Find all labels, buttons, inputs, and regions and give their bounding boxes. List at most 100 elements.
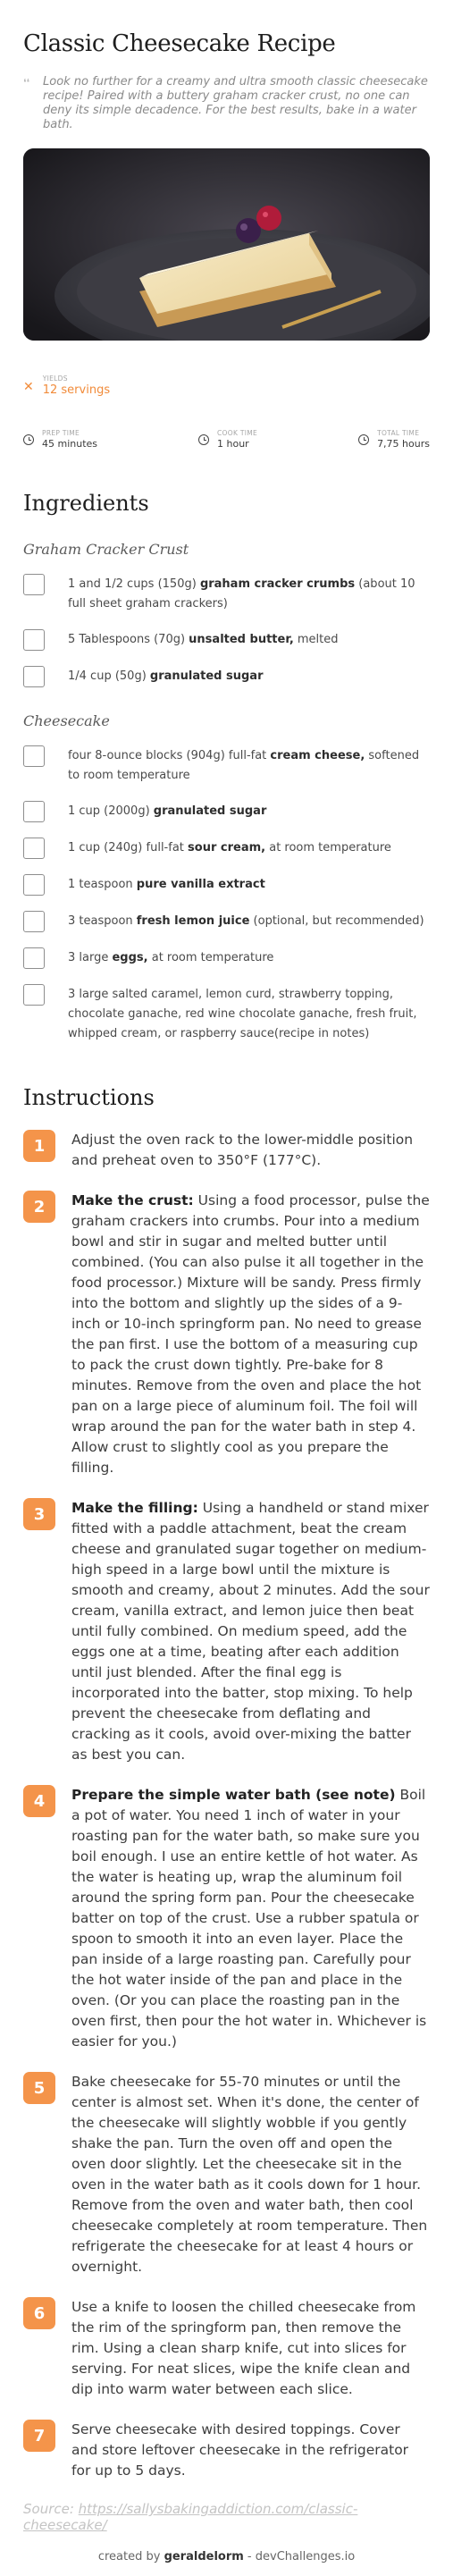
ingredient-quantity: 5 Tablespoons (70g)	[68, 633, 189, 646]
cook-time-value: 1 hour	[217, 438, 249, 450]
cook-time-label: COOK TIME	[217, 429, 258, 437]
ingredient-text: 3 large eggs, at room temperature	[68, 947, 273, 968]
ingredient-note: (optional, but recommended)	[249, 914, 424, 928]
instructions-heading: Instructions	[23, 1085, 155, 1110]
intro-text: Look no further for a creamy and ultra s…	[43, 75, 428, 131]
cook-time: COOK TIME 1 hour	[198, 429, 257, 450]
step-title: Prepare the simple water bath (see note)	[71, 1787, 396, 1803]
yields: ✕ YIELDS 12 servings	[23, 375, 430, 397]
ingredient-name: graham cracker crumbs	[199, 577, 356, 591]
instruction-step: 5 Bake cheesecake for 55-70 minutes or un…	[23, 2072, 430, 2277]
footer: created by geraldelorm - devChallenges.i…	[0, 2550, 453, 2563]
prep-time: PREP TIME 45 minutes	[23, 429, 97, 450]
ingredient-item: 1/4 cup (50g) granulated sugar	[23, 666, 430, 687]
ingredient-group-title: Cheesecake	[23, 712, 110, 729]
step-title: Make the filling:	[71, 1500, 198, 1516]
step-text: Adjust the oven rack to the lower-middle…	[71, 1130, 430, 1171]
yields-label: YIELDS	[42, 375, 68, 383]
clock-icon	[198, 434, 210, 445]
footer-suffix: - devChallenges.io	[243, 2550, 356, 2563]
ingredient-name: unsalted butter,	[189, 633, 294, 646]
ingredient-quantity: 3 large salted caramel, lemon curd, stra…	[68, 988, 417, 1040]
step-body: Using a food processor, pulse the graham…	[71, 1192, 430, 1476]
ingredient-name: pure vanilla extract	[136, 878, 265, 891]
ingredient-quantity: 1 cup (240g) full-fat	[68, 841, 189, 854]
step-body: Using a handheld or stand mixer fitted w…	[71, 1500, 430, 1763]
ingredient-checkbox[interactable]	[23, 801, 45, 822]
time-info: PREP TIME 45 minutes COOK TIME 1 hour TO…	[23, 429, 430, 450]
source: Source: https://sallysbakingaddiction.co…	[23, 2501, 430, 2533]
ingredient-checkbox[interactable]	[23, 874, 45, 896]
intro: ❛❛ Look no further for a creamy and ultr…	[23, 75, 430, 132]
instruction-step: 6 Use a knife to loosen the chilled chees…	[23, 2297, 430, 2400]
ingredient-text: 3 large salted caramel, lemon curd, stra…	[68, 984, 430, 1044]
ingredient-quantity: 1 and 1/2 cups (150g)	[68, 577, 200, 591]
ingredient-quantity: 3 teaspoon	[68, 914, 137, 928]
ingredient-item: 3 large eggs, at room temperature	[23, 947, 430, 969]
ingredient-name: fresh lemon juice	[136, 914, 250, 928]
step-number-badge: 2	[23, 1191, 55, 1223]
ingredient-text: 1/4 cup (50g) granulated sugar	[68, 666, 263, 686]
ingredient-checkbox[interactable]	[23, 574, 45, 595]
ingredient-checkbox[interactable]	[23, 745, 45, 767]
total-time-value: 7,75 hours	[377, 438, 430, 450]
ingredient-checkbox[interactable]	[23, 838, 45, 859]
utensils-icon: ✕	[23, 380, 34, 394]
ingredient-quantity: four 8-ounce blocks (904g) full-fat	[68, 749, 271, 762]
step-body: Serve cheesecake with desired toppings. …	[71, 2421, 409, 2479]
step-text: Serve cheesecake with desired toppings. …	[71, 2420, 430, 2481]
step-text: Make the crust: Using a food processor, …	[71, 1191, 430, 1478]
ingredient-checkbox[interactable]	[23, 629, 45, 651]
ingredient-name: granulated sugar	[153, 804, 267, 818]
step-number-badge: 3	[23, 1498, 55, 1530]
instruction-step: 7 Serve cheesecake with desired toppings.…	[23, 2420, 430, 2481]
step-number-badge: 5	[23, 2072, 55, 2104]
step-number-badge: 7	[23, 2420, 55, 2452]
step-text: Bake cheesecake for 55-70 minutes or unt…	[71, 2072, 430, 2277]
ingredient-text: 1 and 1/2 cups (150g) graham cracker cru…	[68, 574, 430, 614]
ingredient-checkbox[interactable]	[23, 666, 45, 687]
ingredient-item: 3 large salted caramel, lemon curd, stra…	[23, 984, 430, 1044]
source-label: Source:	[23, 2501, 79, 2517]
ingredient-quantity: 1/4 cup (50g)	[68, 669, 150, 683]
ingredients-list: Graham Cracker Crust 1 and 1/2 cups (150g…	[23, 541, 430, 1044]
ingredient-checkbox[interactable]	[23, 947, 45, 969]
prep-time-label: PREP TIME	[42, 429, 80, 437]
instruction-step: 3 Make the filling: Using a handheld or s…	[23, 1498, 430, 1765]
step-text: Prepare the simple water bath (see note)…	[71, 1785, 430, 2052]
ingredient-note: at room temperature	[265, 841, 391, 854]
ingredient-text: 1 cup (2000g) granulated sugar	[68, 801, 266, 821]
clock-icon	[23, 434, 34, 445]
ingredients-heading: Ingredients	[23, 491, 149, 516]
ingredient-item: 1 cup (2000g) granulated sugar	[23, 801, 430, 822]
prep-time-value: 45 minutes	[42, 438, 98, 450]
ingredient-quantity: 3 large	[68, 951, 113, 964]
ingredient-checkbox[interactable]	[23, 984, 45, 1006]
ingredient-text: 3 teaspoon fresh lemon juice (optional, …	[68, 911, 424, 931]
quote-icon: ❛❛	[23, 77, 30, 88]
recipe-page: Classic Cheesecake Recipe ❛❛ Look no fur…	[0, 0, 453, 2533]
cheesecake-illustration	[23, 148, 430, 341]
clock-icon	[358, 434, 370, 445]
ingredient-quantity: 1 cup (2000g)	[68, 804, 154, 818]
step-text: Make the filling: Using a handheld or st…	[71, 1498, 430, 1765]
ingredient-item: four 8-ounce blocks (904g) full-fat crea…	[23, 745, 430, 786]
ingredient-item: 3 teaspoon fresh lemon juice (optional, …	[23, 911, 430, 932]
footer-author: geraldelorm	[164, 2550, 244, 2563]
step-body: Adjust the oven rack to the lower-middle…	[71, 1132, 414, 1168]
ingredient-group-title: Graham Cracker Crust	[23, 541, 189, 558]
step-body: Boil a pot of water. You need 1 inch of …	[71, 1787, 427, 2050]
ingredient-item: 1 teaspoon pure vanilla extract	[23, 874, 430, 896]
step-text: Use a knife to loosen the chilled cheese…	[71, 2297, 430, 2400]
ingredient-item: 5 Tablespoons (70g) unsalted butter, mel…	[23, 629, 430, 651]
recipe-image	[23, 148, 430, 341]
ingredient-quantity: 1 teaspoon	[68, 878, 137, 891]
instruction-step: 2 Make the crust: Using a food processor,…	[23, 1191, 430, 1478]
footer-prefix: created by	[97, 2550, 164, 2563]
step-number-badge: 4	[23, 1785, 55, 1817]
ingredient-name: cream cheese,	[270, 749, 365, 762]
total-time-label: TOTAL TIME	[377, 429, 420, 437]
instruction-step: 1 Adjust the oven rack to the lower-middl…	[23, 1130, 430, 1171]
ingredient-text: four 8-ounce blocks (904g) full-fat crea…	[68, 745, 430, 786]
ingredient-checkbox[interactable]	[23, 911, 45, 932]
